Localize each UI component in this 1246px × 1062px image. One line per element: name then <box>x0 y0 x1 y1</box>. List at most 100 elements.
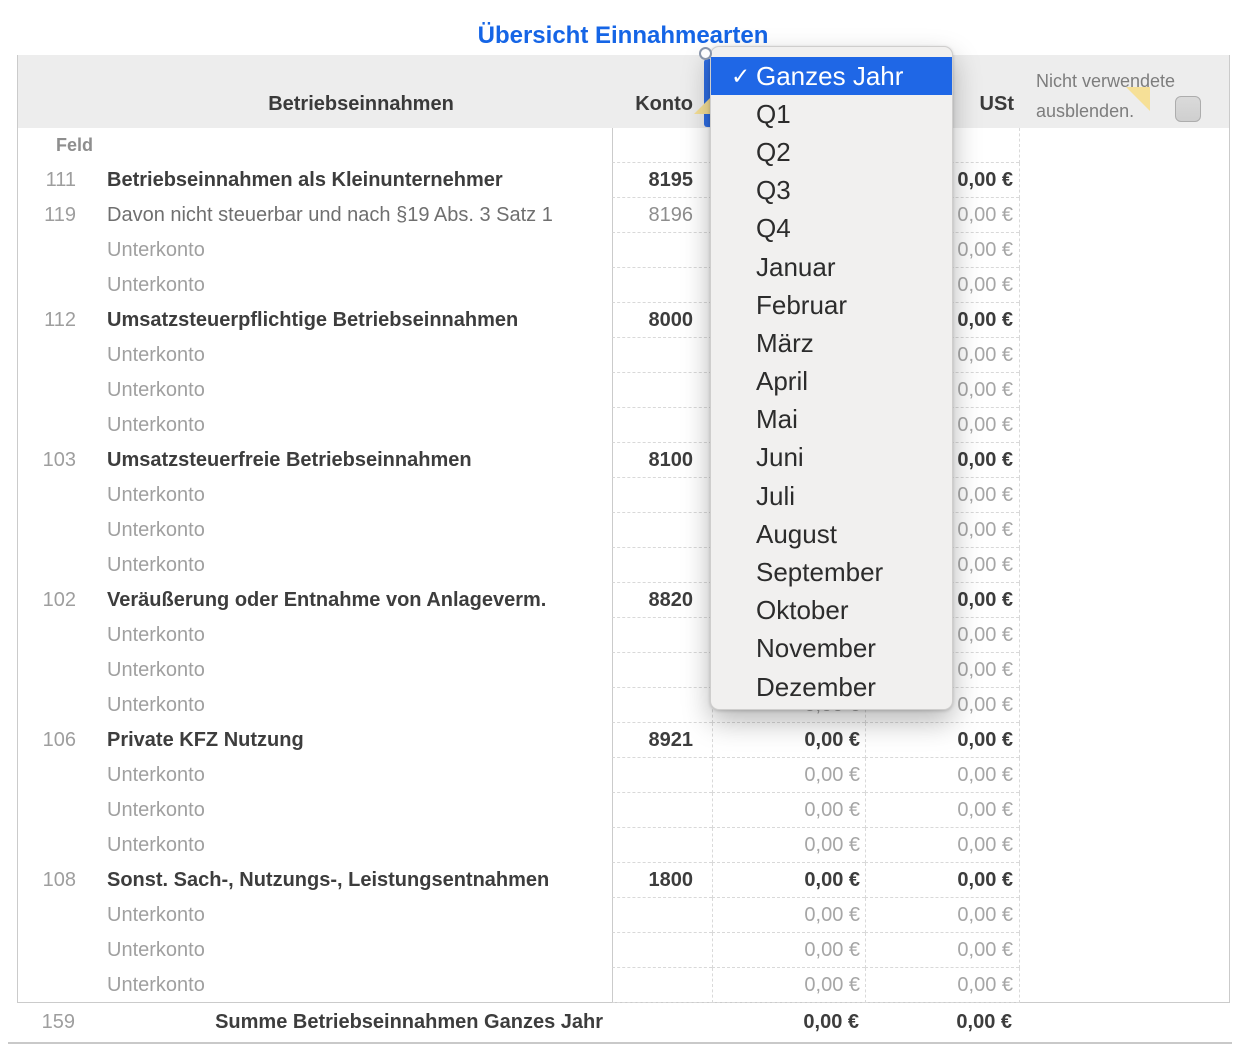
einnahme-value[interactable]: 0,00 € <box>712 758 865 793</box>
hide-cell <box>1019 933 1229 968</box>
feld-number: 112 <box>18 303 76 338</box>
menu-item[interactable]: Dezember <box>711 668 952 706</box>
konto-value[interactable] <box>612 653 712 688</box>
konto-value[interactable] <box>612 233 712 268</box>
popup-anchor-dot[interactable] <box>699 47 712 60</box>
hide-cell <box>1019 163 1229 198</box>
ust-value[interactable]: 0,00 € <box>865 828 1019 863</box>
feld-number <box>18 373 76 408</box>
konto-value[interactable]: 8820 <box>612 583 712 618</box>
einnahme-value[interactable]: 0,00 € <box>712 723 865 758</box>
ust-value[interactable]: 0,00 € <box>865 723 1019 758</box>
konto-value[interactable] <box>612 688 712 723</box>
hide-cell <box>1019 408 1229 443</box>
ust-value[interactable]: 0,00 € <box>865 933 1019 968</box>
menu-item[interactable]: Juni <box>711 439 952 477</box>
row-label: Unterkonto <box>76 968 612 1003</box>
konto-value[interactable] <box>612 618 712 653</box>
konto-value[interactable] <box>612 898 712 933</box>
einnahme-value[interactable]: 0,00 € <box>712 898 865 933</box>
row-label: Unterkonto <box>76 548 612 583</box>
konto-value[interactable] <box>612 373 712 408</box>
ust-value[interactable]: 0,00 € <box>865 758 1019 793</box>
ust-value[interactable]: 0,00 € <box>865 968 1019 1003</box>
table-row: 102 Veräußerung oder Entnahme von Anlage… <box>18 583 1229 618</box>
hide-cell <box>1019 863 1229 898</box>
menu-item[interactable]: August <box>711 515 952 553</box>
hide-cell <box>1019 303 1229 338</box>
hide-cell <box>1019 828 1229 863</box>
menu-item-label: April <box>756 366 808 397</box>
page-title: Übersicht Einnahmearten <box>0 22 1246 50</box>
konto-value[interactable] <box>612 478 712 513</box>
konto-value[interactable]: 8196 <box>612 198 712 233</box>
hide-cell <box>1019 548 1229 583</box>
summary-label: Summe Betriebseinnahmen Ganzes Jahr <box>75 1003 611 1042</box>
ust-value[interactable]: 0,00 € <box>865 793 1019 828</box>
menu-item[interactable]: Februar <box>711 286 952 324</box>
konto-value[interactable] <box>612 758 712 793</box>
summary-einnahme-value: 0,00 € <box>711 1003 864 1042</box>
ust-value[interactable]: 0,00 € <box>865 898 1019 933</box>
period-dropdown-menu: ✓ Ganzes Jahr Q1 Q2 Q3 Q4 <box>710 46 953 710</box>
konto-value[interactable] <box>612 408 712 443</box>
feld-number <box>18 793 76 828</box>
menu-item[interactable]: November <box>711 630 952 668</box>
konto-value[interactable]: 8921 <box>612 723 712 758</box>
table-row: Unterkonto 0,00 € 0,00 € <box>18 793 1229 828</box>
feld-number <box>18 758 76 793</box>
konto-value[interactable]: 8000 <box>612 303 712 338</box>
konto-value[interactable] <box>612 793 712 828</box>
feld-number <box>18 933 76 968</box>
konto-value[interactable] <box>612 933 712 968</box>
konto-value[interactable] <box>612 968 712 1003</box>
einnahmearten-page: Übersicht Einnahmearten Betriebseinnahme… <box>0 0 1246 1062</box>
menu-item[interactable]: April <box>711 363 952 401</box>
feld-number: 106 <box>18 723 76 758</box>
menu-item[interactable]: ✓ Ganzes Jahr <box>711 57 952 95</box>
table-row: Unterkonto 0,00 € 0,00 € <box>18 933 1229 968</box>
menu-item[interactable]: Mai <box>711 401 952 439</box>
konto-value[interactable] <box>612 268 712 303</box>
konto-value[interactable]: 8100 <box>612 443 712 478</box>
einnahme-value[interactable]: 0,00 € <box>712 968 865 1003</box>
konto-value[interactable] <box>612 338 712 373</box>
menu-item[interactable]: Q3 <box>711 172 952 210</box>
menu-item[interactable]: Januar <box>711 248 952 286</box>
konto-value[interactable] <box>612 513 712 548</box>
konto-value[interactable] <box>612 548 712 583</box>
table-row: Unterkonto 0,00 € 0,00 € <box>18 828 1229 863</box>
menu-item[interactable]: März <box>711 324 952 362</box>
hide-unused-checkbox[interactable] <box>1175 96 1201 122</box>
menu-item[interactable]: Oktober <box>711 592 952 630</box>
row-label: Unterkonto <box>76 233 612 268</box>
row-label: Private KFZ Nutzung <box>76 723 612 758</box>
konto-value[interactable]: 8195 <box>612 163 712 198</box>
einnahme-value[interactable]: 0,00 € <box>712 828 865 863</box>
einnahme-value[interactable]: 0,00 € <box>712 863 865 898</box>
row-label: Betriebseinnahmen als Kleinunternehmer <box>76 163 612 198</box>
konto-value[interactable] <box>612 828 712 863</box>
label-cell <box>76 128 612 163</box>
table-header: Betriebseinnahmen Konto USt Nicht verwen… <box>18 55 1229 128</box>
einnahme-value[interactable]: 0,00 € <box>712 933 865 968</box>
feld-number: 103 <box>18 443 76 478</box>
hide-cell <box>1019 723 1229 758</box>
table-row: Unterkonto 0,00 € 0,00 € <box>18 478 1229 513</box>
ust-value[interactable]: 0,00 € <box>865 863 1019 898</box>
konto-value[interactable]: 1800 <box>612 863 712 898</box>
menu-item[interactable]: Juli <box>711 477 952 515</box>
menu-item[interactable]: Q2 <box>711 133 952 171</box>
row-label: Unterkonto <box>76 338 612 373</box>
menu-item[interactable]: Q1 <box>711 95 952 133</box>
menu-item[interactable]: Q4 <box>711 210 952 248</box>
einnahme-value[interactable]: 0,00 € <box>712 793 865 828</box>
feld-number <box>18 828 76 863</box>
hide-cell <box>1019 338 1229 373</box>
menu-item-label: Januar <box>756 252 836 283</box>
hide-unused-line1: Nicht verwendete <box>1036 66 1216 96</box>
table-row: 106 Private KFZ Nutzung 8921 0,00 € 0,00… <box>18 723 1229 758</box>
menu-item[interactable]: September <box>711 553 952 591</box>
row-label: Unterkonto <box>76 653 612 688</box>
row-label: Veräußerung oder Entnahme von Anlageverm… <box>76 583 612 618</box>
